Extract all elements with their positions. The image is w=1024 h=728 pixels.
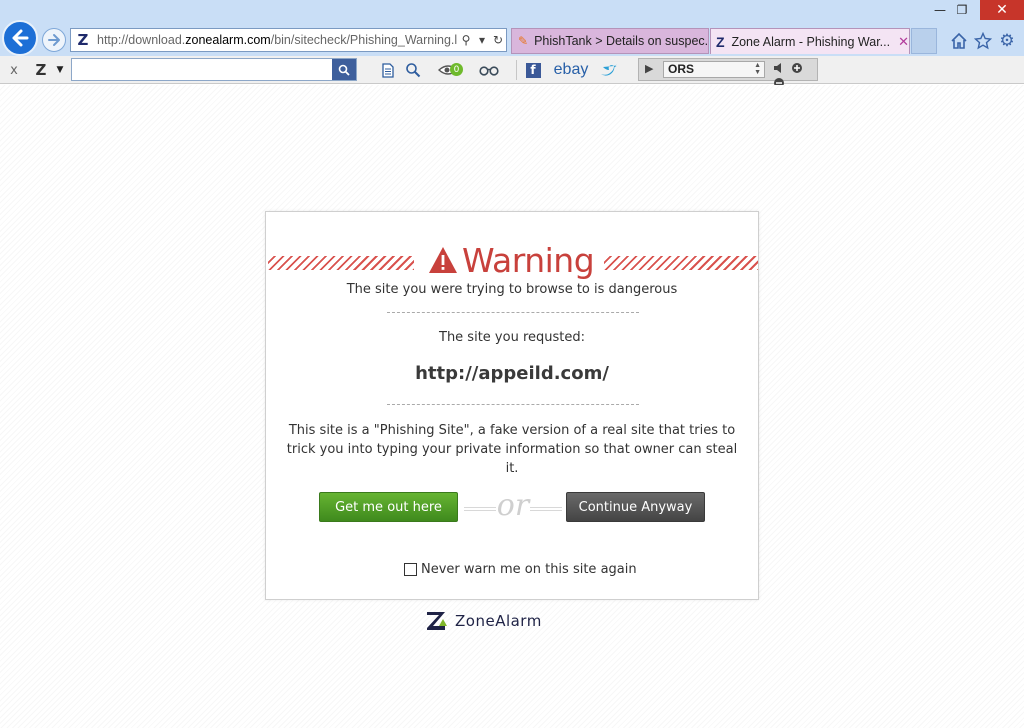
toolbar-search-input[interactable]: [71, 58, 357, 81]
divider: [387, 312, 639, 313]
never-warn-option[interactable]: Never warn me on this site again: [404, 562, 637, 577]
spinner-arrows-icon[interactable]: ▲ ▼: [754, 62, 761, 76]
facebook-icon[interactable]: f: [524, 56, 542, 84]
warning-title: Warning: [428, 240, 595, 280]
address-url[interactable]: http://download.zonealarm.com/bin/sitech…: [93, 33, 458, 47]
toolbar-divider: [516, 60, 517, 80]
warning-heading: Warning: [462, 240, 595, 280]
warning-triangle-icon: [429, 247, 457, 273]
or-divider-line: [530, 507, 562, 511]
or-separator: or: [496, 488, 530, 523]
radio-player: ▶ ORS ▲ ▼: [638, 58, 818, 88]
back-arrow-icon: [12, 29, 29, 47]
phishtank-favicon-icon: ✎: [518, 34, 529, 48]
zonealarm-toolbar: x Z ▼ 0 f ebay ▶ ORS ▲ ▼: [0, 56, 1024, 88]
chevron-down-icon[interactable]: ▼: [54, 56, 66, 84]
ebay-link[interactable]: ebay: [550, 56, 592, 84]
never-warn-label[interactable]: Never warn me on this site again: [421, 562, 637, 577]
requested-site-label: The site you requsted:: [439, 330, 585, 345]
glasses-icon[interactable]: [478, 56, 500, 84]
site-check-icon[interactable]: [403, 56, 423, 84]
back-button[interactable]: [2, 20, 38, 56]
toolbar-close-button[interactable]: x: [6, 56, 22, 84]
forward-button[interactable]: [42, 28, 66, 52]
zonealarm-logo-text: ZoneAlarm: [455, 612, 542, 630]
warning-stripe-right: [604, 256, 758, 270]
search-button[interactable]: [332, 59, 356, 80]
dropdown-arrow-icon[interactable]: ▾: [474, 33, 490, 47]
phishing-explanation: This site is a "Phishing Site", a fake v…: [286, 423, 738, 476]
tab-zonealarm[interactable]: Z Zone Alarm - Phishing War... ✕: [710, 28, 910, 54]
dangerous-message: The site you were trying to browse to is…: [346, 282, 678, 297]
requested-site-url: http://appeild.com/: [415, 363, 609, 384]
tab-label: Zone Alarm - Phishing War...: [731, 34, 891, 49]
tab-phishtank[interactable]: ✎ PhishTank > Details on suspec...: [511, 28, 709, 54]
gear-icon[interactable]: ⚙: [996, 30, 1018, 52]
continue-anyway-button[interactable]: Continue Anyway: [566, 492, 705, 522]
restore-button[interactable]: ❐: [948, 0, 976, 20]
play-icon[interactable]: ▶: [645, 62, 653, 75]
privacy-count-badge: 0: [450, 63, 463, 76]
address-bar[interactable]: Z http://download.zonealarm.com/bin/site…: [70, 28, 507, 52]
radio-station-select[interactable]: ORS ▲ ▼: [663, 61, 765, 78]
speaker-icon[interactable]: [773, 62, 787, 74]
search-icon[interactable]: ⚲: [458, 33, 474, 47]
close-window-button[interactable]: ✕: [980, 0, 1024, 20]
document-icon[interactable]: [379, 56, 397, 84]
tab-label: PhishTank > Details on suspec...: [534, 34, 709, 48]
home-icon[interactable]: [948, 30, 970, 52]
volume-up-icon[interactable]: [791, 62, 803, 74]
browser-titlebar: — ❐ ✕ Z http://download.zonealarm.com/bi…: [0, 0, 1024, 56]
twitter-icon[interactable]: [598, 56, 620, 84]
phishing-warning-card: Warning The site you were trying to brow…: [265, 211, 759, 600]
zonealarm-logo: ZoneAlarm: [425, 610, 542, 632]
warning-stripe-left: [268, 256, 414, 270]
forward-arrow-icon: [48, 34, 60, 46]
tab-close-icon[interactable]: ✕: [898, 34, 909, 50]
refresh-icon[interactable]: ↻: [490, 33, 506, 47]
new-tab-button[interactable]: [911, 28, 937, 54]
divider: [387, 404, 639, 405]
zonealarm-menu-icon[interactable]: Z: [30, 56, 52, 84]
search-icon: [338, 64, 350, 76]
never-warn-checkbox[interactable]: [404, 563, 417, 576]
get-me-out-button[interactable]: Get me out here: [319, 492, 458, 522]
star-icon[interactable]: [972, 30, 994, 52]
zonealarm-logo-icon: [427, 612, 447, 630]
zonealarm-favicon-icon: Z: [715, 33, 725, 50]
zonealarm-favicon-icon: Z: [77, 31, 89, 49]
or-divider-line: [464, 507, 496, 511]
